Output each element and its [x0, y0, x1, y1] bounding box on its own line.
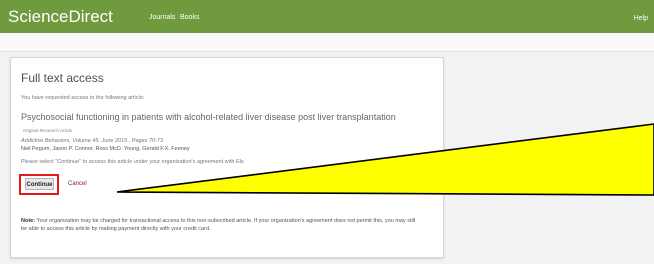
- callout-arrow-annotation: [116, 123, 654, 196]
- callout-pointer-shape: [116, 123, 654, 196]
